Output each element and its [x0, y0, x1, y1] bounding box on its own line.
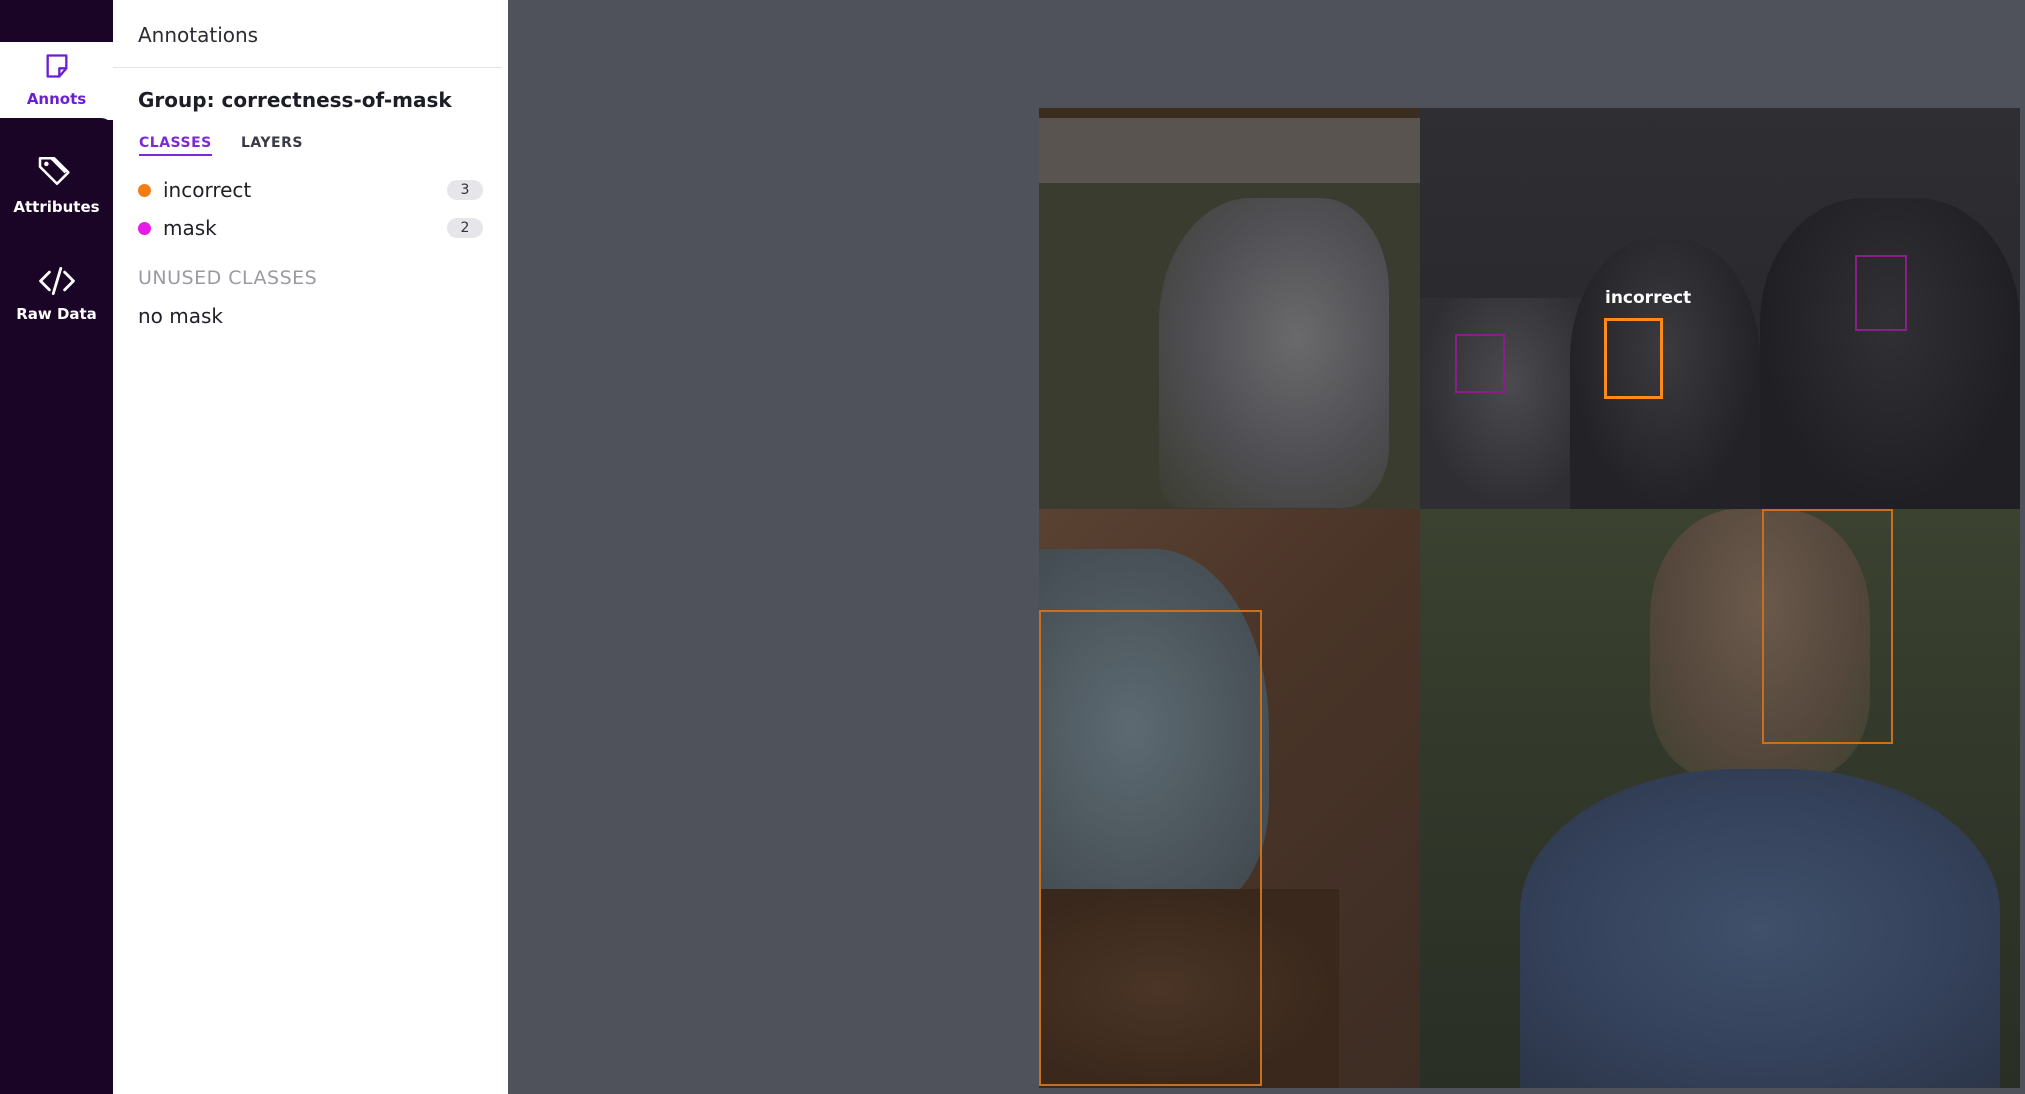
mosaic-tile-top-left [1039, 108, 1420, 509]
unused-classes-title: UNUSED CLASSES [138, 267, 318, 289]
tab-classes[interactable]: CLASSES [139, 135, 212, 156]
rail-item-label: Attributes [13, 197, 100, 216]
panel-title: Annotations [138, 23, 259, 47]
image-region [1159, 198, 1389, 508]
image-canvas[interactable]: incorrect [1039, 108, 2020, 1088]
class-row-incorrect[interactable]: incorrect 3 [138, 175, 483, 205]
rail-item-attributes[interactable]: Attributes [0, 130, 113, 239]
class-row-mask[interactable]: mask 2 [138, 213, 483, 243]
image-region [1760, 198, 2020, 509]
rail-item-annots[interactable]: Annots [0, 42, 113, 118]
panel-header: Annotations [113, 0, 502, 68]
bbox-incorrect[interactable] [1762, 509, 1893, 744]
tab-layers[interactable]: LAYERS [241, 135, 303, 151]
class-count-badge: 2 [447, 218, 483, 238]
bbox-mask[interactable] [1855, 255, 1907, 331]
mosaic-tile-top-right [1420, 108, 2020, 509]
annotations-panel: Annotations Group: correctness-of-mask C… [113, 0, 508, 1094]
rail-top-cap [0, 0, 113, 42]
rail-item-raw-data[interactable]: Raw Data [0, 240, 113, 349]
rail-item-label: Annots [26, 90, 87, 108]
mosaic-tile-bottom-right [1420, 509, 2020, 1088]
rail-item-label: Raw Data [16, 304, 97, 323]
class-color-dot [138, 183, 151, 197]
class-name: mask [163, 216, 217, 240]
class-count-badge: 3 [447, 180, 483, 200]
unused-class-item[interactable]: no mask [138, 304, 223, 328]
code-icon [38, 266, 75, 295]
image-region [1570, 238, 1760, 509]
bbox-mask[interactable] [1455, 334, 1505, 393]
group-title: Group: correctness-of-mask [138, 88, 452, 112]
sticky-note-icon [46, 54, 68, 78]
bbox-hover-label: incorrect [1605, 288, 1692, 308]
tag-icon [38, 156, 70, 185]
image-region [1520, 769, 2000, 1088]
bbox-incorrect-highlighted[interactable] [1604, 318, 1663, 399]
class-name: incorrect [163, 178, 252, 202]
class-color-dot [138, 221, 151, 235]
bbox-incorrect[interactable] [1039, 610, 1262, 1086]
